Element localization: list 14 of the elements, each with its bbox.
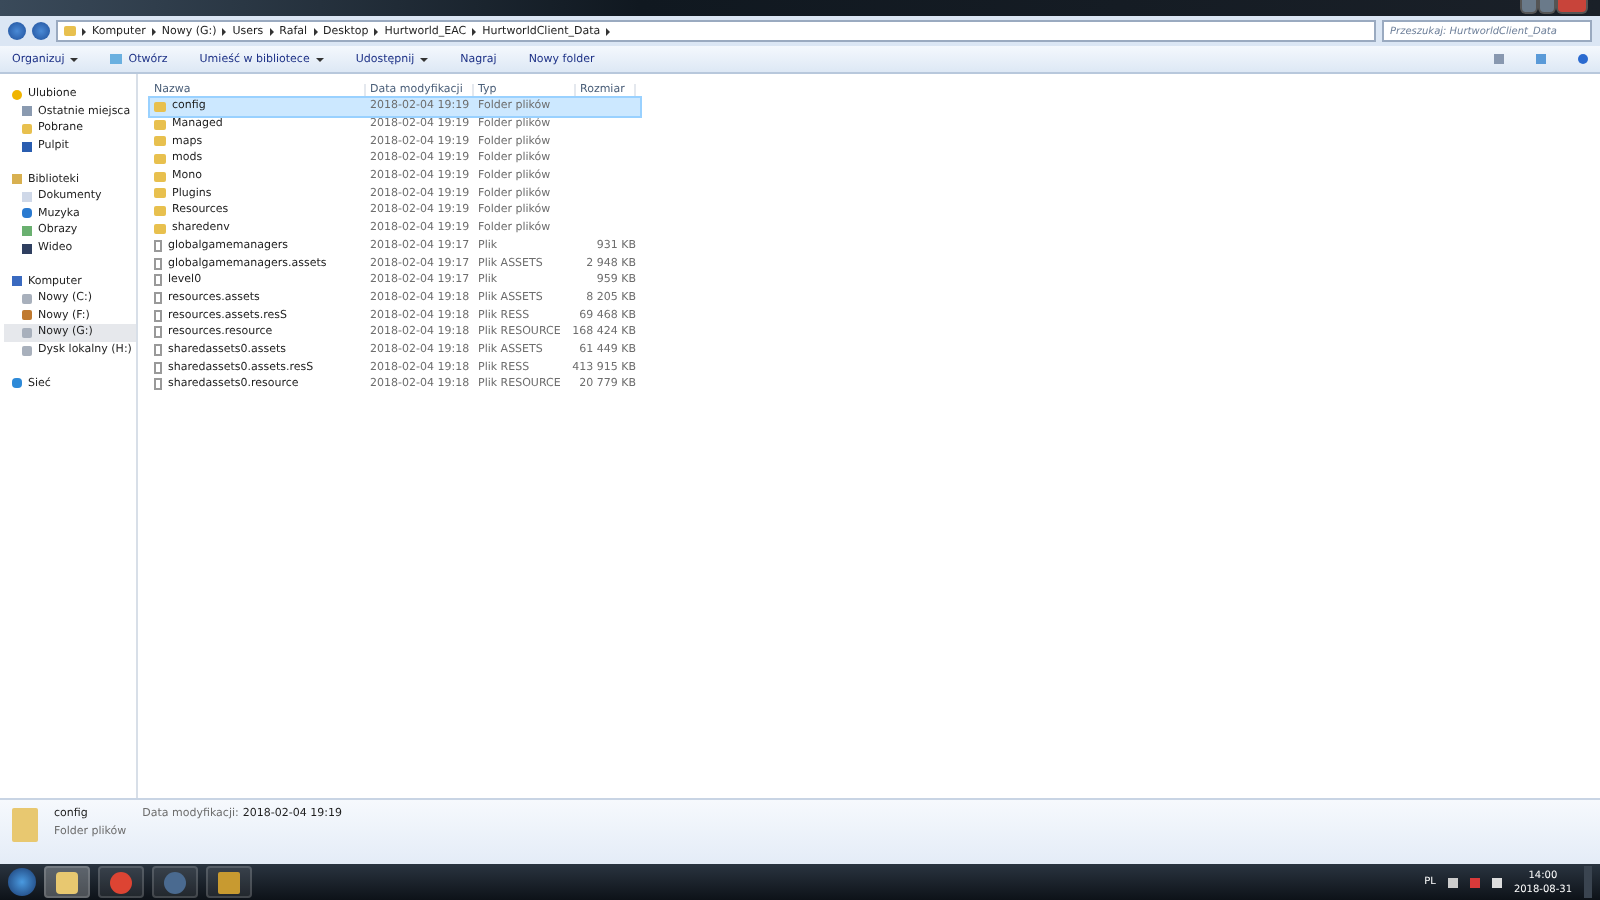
maximize-button[interactable] bbox=[1538, 0, 1556, 14]
minimize-button[interactable] bbox=[1520, 0, 1538, 14]
folder-icon bbox=[64, 26, 76, 36]
folder-icon bbox=[56, 871, 78, 893]
folder-icon bbox=[22, 123, 32, 134]
taskbar-button[interactable] bbox=[98, 866, 144, 898]
folder-icon bbox=[12, 808, 38, 842]
taskbar-button[interactable] bbox=[206, 866, 252, 898]
start-button[interactable] bbox=[8, 868, 36, 896]
close-button[interactable] bbox=[1556, 0, 1588, 14]
taskbar-button[interactable] bbox=[152, 866, 198, 898]
back-button[interactable] bbox=[8, 22, 26, 40]
forward-button[interactable] bbox=[32, 22, 50, 40]
taskbar-button[interactable] bbox=[44, 866, 90, 898]
